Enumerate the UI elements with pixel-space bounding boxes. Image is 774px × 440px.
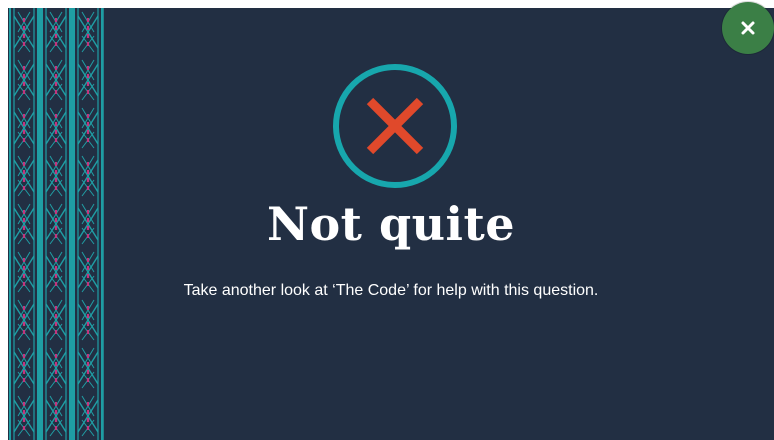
close-button[interactable]: [722, 2, 774, 54]
feedback-title: Not quite: [266, 197, 516, 251]
cross-icon: [333, 64, 457, 188]
feedback-message: Take another look at ‘The Code’ for help…: [183, 282, 599, 299]
close-icon: [741, 21, 755, 35]
feedback-modal: Not quite Take another look at ‘The Code…: [8, 8, 774, 440]
